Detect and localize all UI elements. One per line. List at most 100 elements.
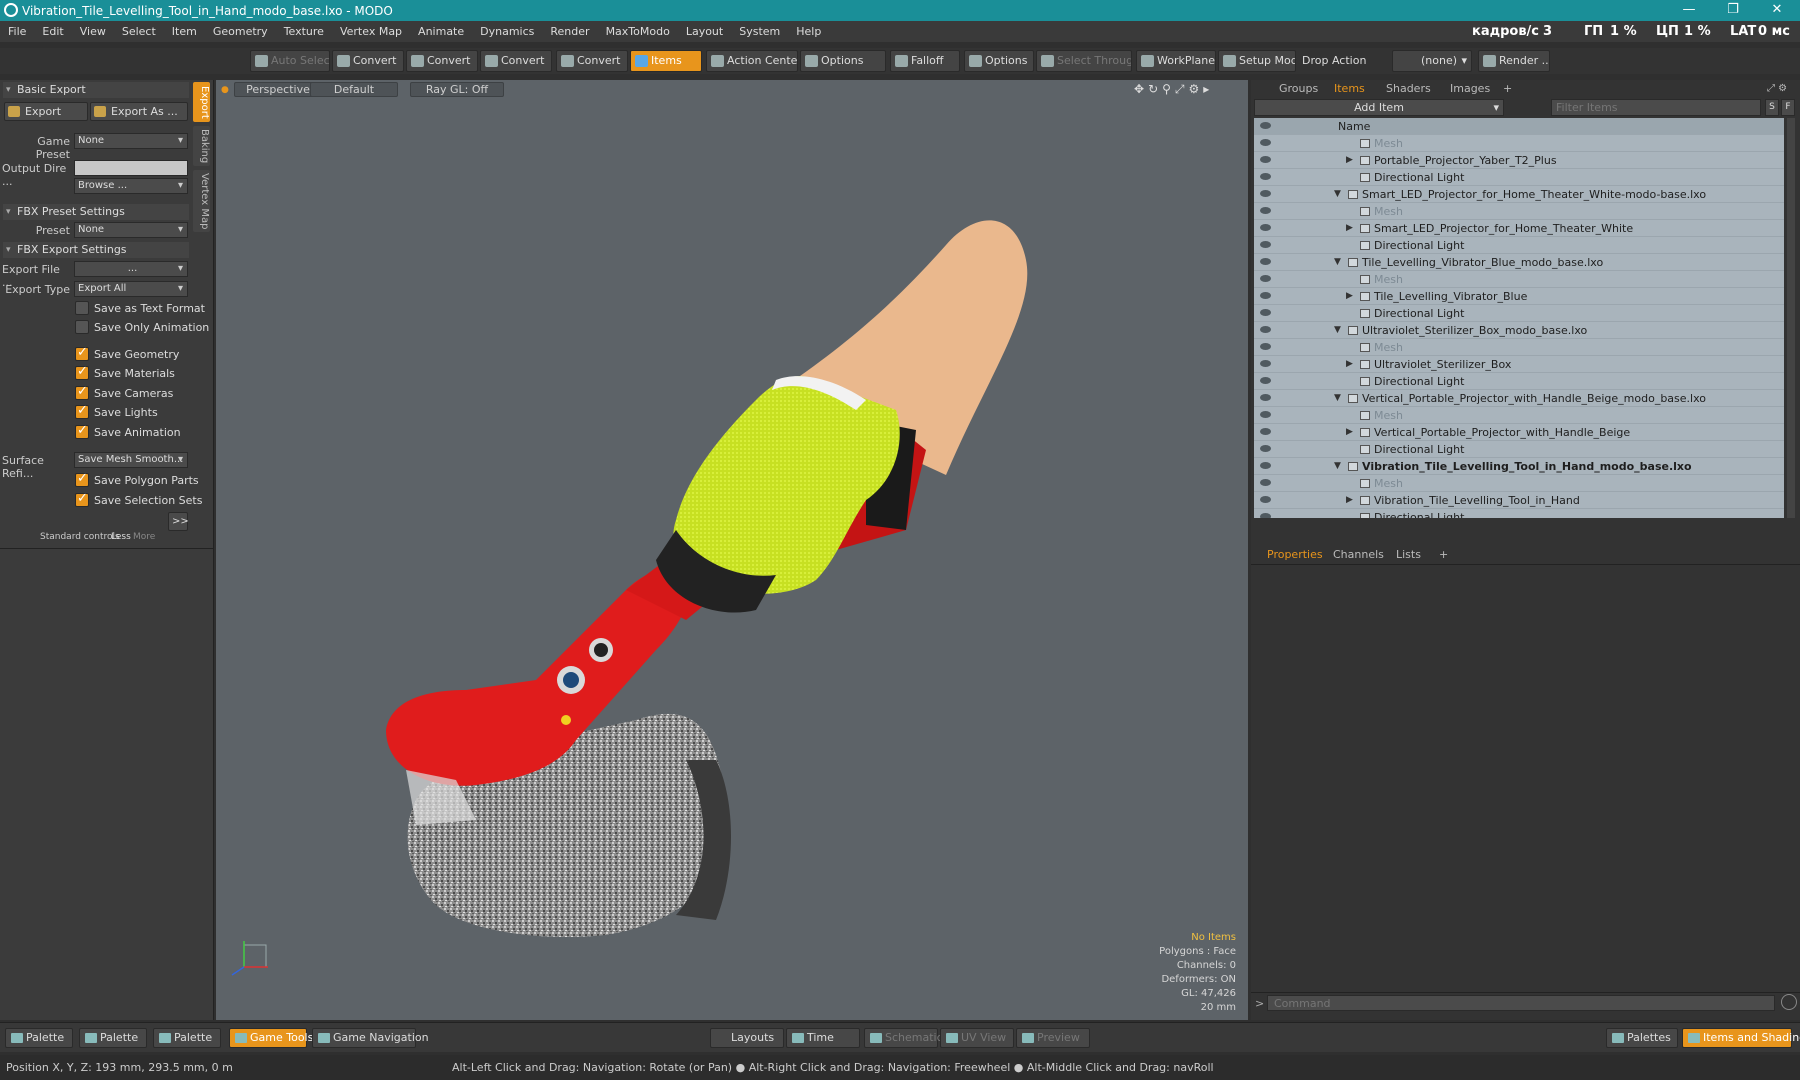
- items-mode-button[interactable]: Items: [630, 50, 702, 72]
- falloff-button[interactable]: Falloff: [890, 50, 960, 72]
- item-list-scrollbar[interactable]: [1787, 118, 1795, 518]
- save-text-format-checkbox[interactable]: [75, 301, 89, 315]
- menu-render[interactable]: Render: [542, 25, 597, 38]
- options-button-1[interactable]: Options: [800, 50, 886, 72]
- save-animation-checkbox[interactable]: [75, 423, 89, 439]
- more-link[interactable]: More: [133, 532, 155, 542]
- eye-icon[interactable]: [1260, 377, 1271, 384]
- export-button[interactable]: Export: [4, 102, 88, 121]
- export-type-dropdown[interactable]: Export All: [74, 281, 188, 297]
- select-through-button[interactable]: Select Through: [1036, 50, 1132, 72]
- time-button[interactable]: Time: [786, 1028, 860, 1048]
- item-row[interactable]: Mesh: [1254, 203, 1784, 220]
- filter-f-button[interactable]: F: [1781, 99, 1795, 116]
- expand-toggle-icon[interactable]: ▶: [1346, 220, 1353, 237]
- item-row[interactable]: Directional Light: [1254, 373, 1784, 390]
- preset-dropdown[interactable]: None: [74, 222, 188, 238]
- layouts-button[interactable]: Layouts: [710, 1028, 784, 1048]
- menu-animate[interactable]: Animate: [410, 25, 472, 38]
- palette-button-1[interactable]: Palette: [5, 1028, 73, 1048]
- menu-maxtomodo[interactable]: MaxToModo: [598, 25, 678, 38]
- menu-geometry[interactable]: Geometry: [205, 25, 276, 38]
- auto-select-button[interactable]: Auto Select: [250, 50, 330, 72]
- eye-icon[interactable]: [1260, 326, 1271, 333]
- filter-items-input[interactable]: [1551, 99, 1761, 116]
- browse-button[interactable]: Browse ...: [74, 178, 188, 194]
- more-options-button[interactable]: >>: [168, 512, 189, 531]
- panel-settings-icons[interactable]: ⤢ ⚙: [1759, 80, 1795, 97]
- eye-icon[interactable]: [1260, 292, 1271, 299]
- palette-button-3[interactable]: Palette: [153, 1028, 221, 1048]
- eye-icon[interactable]: [1260, 241, 1271, 248]
- tab-lists[interactable]: Lists: [1388, 546, 1429, 563]
- eye-icon[interactable]: [1260, 360, 1271, 367]
- expand-toggle-icon[interactable]: ▶: [1346, 492, 1353, 509]
- drop-action-dropdown[interactable]: (none) ▾: [1392, 50, 1472, 72]
- convert-button-4[interactable]: Convert: [556, 50, 628, 72]
- eye-icon[interactable]: [1260, 343, 1271, 350]
- workplane-button[interactable]: WorkPlane: [1136, 50, 1216, 72]
- menu-system[interactable]: System: [731, 25, 788, 38]
- convert-button-2[interactable]: Convert: [406, 50, 478, 72]
- preview-button[interactable]: Preview: [1016, 1028, 1090, 1048]
- item-row[interactable]: ▶ Portable_Projector_Yaber_T2_Plus: [1254, 152, 1784, 169]
- menu-item[interactable]: Item: [164, 25, 205, 38]
- tab-vertex-map[interactable]: Vertex Map: [193, 170, 210, 232]
- less-link[interactable]: Less: [111, 532, 131, 542]
- game-navigation-button[interactable]: Game Navigation: [312, 1028, 429, 1048]
- basic-export-section[interactable]: Basic Export: [3, 82, 189, 98]
- item-row[interactable]: ▶ Tile_Levelling_Vibrator_Blue: [1254, 288, 1784, 305]
- tab-items[interactable]: Items: [1326, 80, 1373, 97]
- options-button-2[interactable]: Options: [964, 50, 1034, 72]
- save-materials-checkbox[interactable]: [75, 364, 89, 380]
- item-row[interactable]: Mesh: [1254, 339, 1784, 356]
- menu-dynamics[interactable]: Dynamics: [472, 25, 542, 38]
- item-row[interactable]: Directional Light: [1254, 305, 1784, 322]
- command-input[interactable]: [1267, 995, 1775, 1011]
- expand-toggle-icon[interactable]: ▶: [1346, 152, 1353, 169]
- eye-icon[interactable]: [1260, 394, 1271, 401]
- convert-button-3[interactable]: Convert: [480, 50, 552, 72]
- export-as-button[interactable]: Export As ...: [90, 102, 188, 121]
- menu-edit[interactable]: Edit: [34, 25, 71, 38]
- save-cameras-checkbox[interactable]: [75, 384, 89, 400]
- item-row[interactable]: Directional Light: [1254, 169, 1784, 186]
- save-geometry-checkbox[interactable]: [75, 345, 89, 361]
- uv-view-button[interactable]: UV View: [940, 1028, 1014, 1048]
- eye-icon[interactable]: [1260, 173, 1271, 180]
- item-row[interactable]: ▶ Smart_LED_Projector_for_Home_Theater_Wh…: [1254, 220, 1784, 237]
- schematic-button[interactable]: Schematic: [864, 1028, 943, 1048]
- eye-icon[interactable]: [1260, 513, 1271, 518]
- item-row[interactable]: ▶ Vertical_Portable_Projector_with_Handle…: [1254, 424, 1784, 441]
- expand-toggle-icon[interactable]: ▼: [1334, 390, 1341, 407]
- game-preset-dropdown[interactable]: None: [74, 133, 188, 149]
- add-item-button[interactable]: Add Item ▾: [1254, 99, 1504, 116]
- tab-channels[interactable]: Channels: [1325, 546, 1392, 563]
- fbx-preset-section[interactable]: FBX Preset Settings: [3, 204, 189, 220]
- eye-icon[interactable]: [1260, 275, 1271, 282]
- eye-icon[interactable]: [1260, 139, 1271, 146]
- eye-icon[interactable]: [1260, 496, 1271, 503]
- eye-icon[interactable]: [1260, 258, 1271, 265]
- item-row[interactable]: Mesh: [1254, 407, 1784, 424]
- expand-toggle-icon[interactable]: ▶: [1346, 424, 1353, 441]
- item-row[interactable]: Mesh: [1254, 271, 1784, 288]
- expand-toggle-icon[interactable]: ▶: [1346, 356, 1353, 373]
- item-row[interactable]: Directional Light: [1254, 441, 1784, 458]
- tab-baking[interactable]: Baking: [193, 126, 210, 166]
- tab-shaders[interactable]: Shaders: [1378, 80, 1439, 97]
- menu-file[interactable]: File: [0, 25, 34, 38]
- save-only-animation-checkbox[interactable]: [75, 320, 89, 334]
- visibility-column-icon[interactable]: [1260, 122, 1271, 129]
- item-list[interactable]: Name Mesh ▶ Portable_Projector_Yaber_T2_Pl…: [1254, 118, 1784, 518]
- eye-icon[interactable]: [1260, 156, 1271, 163]
- expand-toggle-icon[interactable]: ▼: [1334, 322, 1341, 339]
- eye-icon[interactable]: [1260, 445, 1271, 452]
- tab-groups[interactable]: Groups: [1271, 80, 1326, 97]
- render-button[interactable]: Render ...: [1478, 50, 1550, 72]
- item-row[interactable]: Directional Light: [1254, 509, 1784, 518]
- tab-images[interactable]: Images: [1442, 80, 1498, 97]
- palette-button-2[interactable]: Palette: [79, 1028, 147, 1048]
- item-row[interactable]: ▶ Ultraviolet_Sterilizer_Box: [1254, 356, 1784, 373]
- maximize-button[interactable]: ❐: [1710, 0, 1756, 21]
